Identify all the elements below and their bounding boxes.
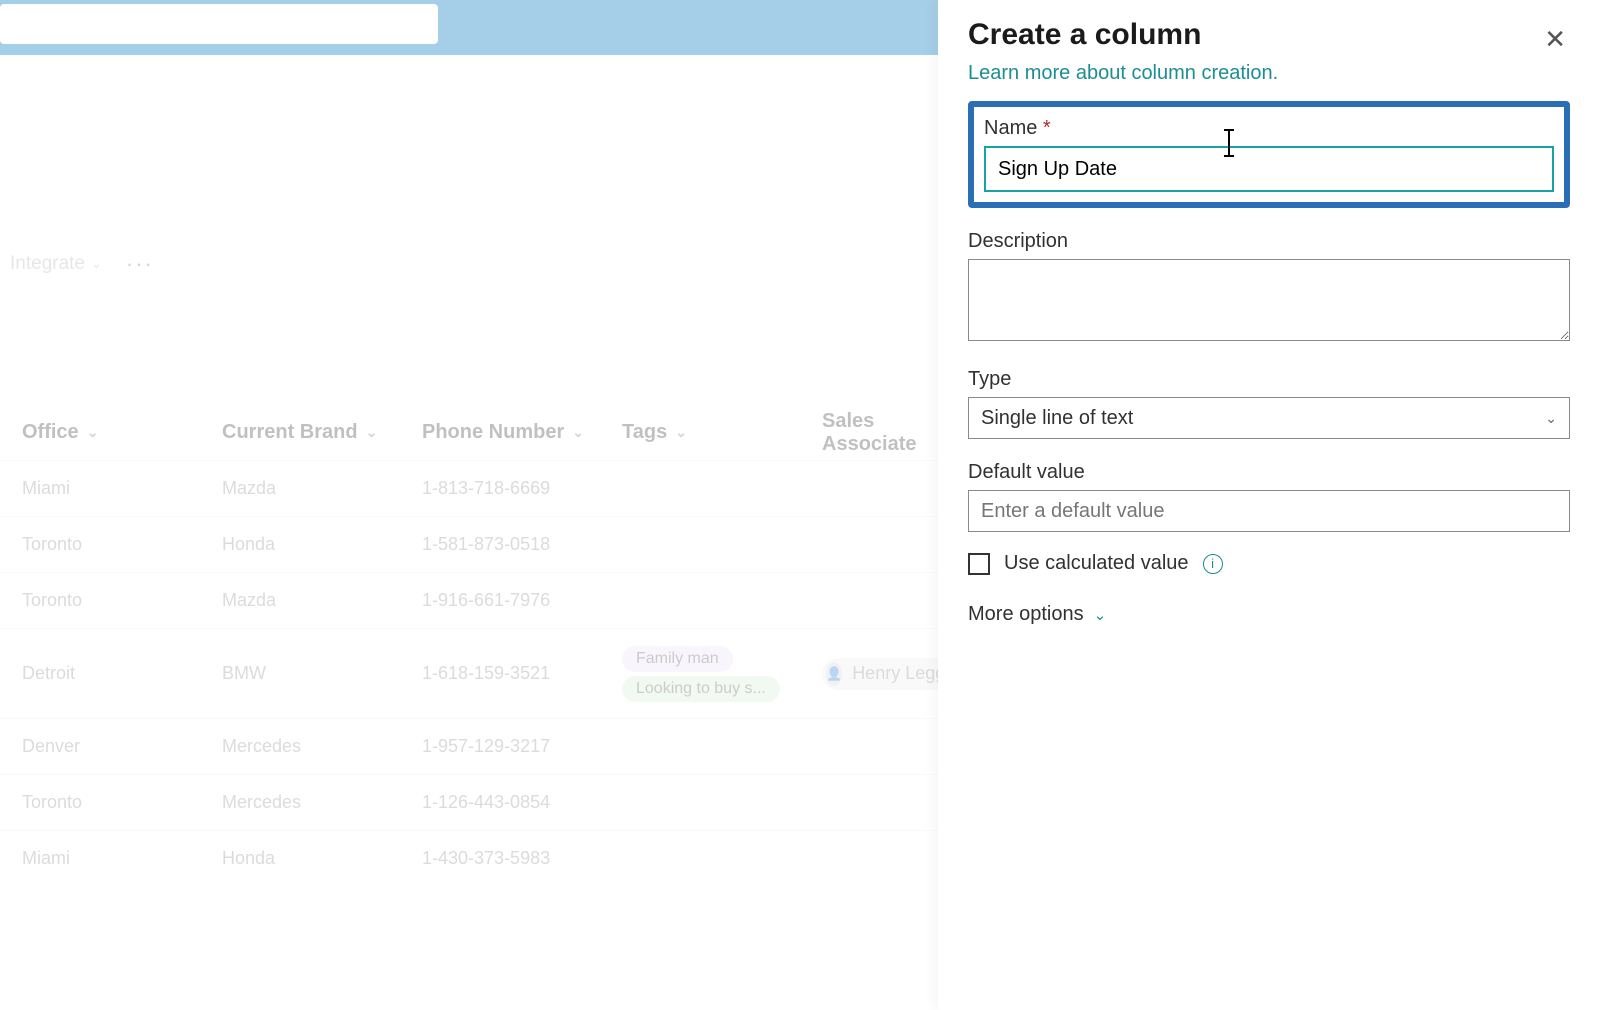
sales-cell: 👤 Henry Legge xyxy=(800,658,960,690)
close-button[interactable]: ✕ xyxy=(1544,24,1566,55)
command-bar: Integrate ⌄ ··· xyxy=(0,238,938,290)
learn-more-link[interactable]: Learn more about column creation. xyxy=(968,62,1570,85)
table-row[interactable]: Toronto Mazda 1-916-661-7976 xyxy=(0,572,938,628)
chevron-down-icon: ⌄ xyxy=(1094,606,1107,624)
create-column-panel: Create a column ✕ Learn more about colum… xyxy=(938,0,1600,1010)
table-row[interactable]: Detroit BMW 1-618-159-3521 Family man Lo… xyxy=(0,628,938,718)
chevron-down-icon: ⌄ xyxy=(366,424,378,441)
name-label: Name * xyxy=(984,117,1554,140)
avatar-icon: 👤 xyxy=(826,662,842,686)
more-options-toggle[interactable]: More options ⌄ xyxy=(968,603,1570,626)
column-header-brand[interactable]: Current Brand⌄ xyxy=(200,421,400,444)
chevron-down-icon: ⌄ xyxy=(87,424,99,441)
use-calculated-checkbox[interactable] xyxy=(968,553,990,575)
name-field-highlight: Name * xyxy=(968,101,1570,208)
tag-pill[interactable]: Family man xyxy=(622,646,733,672)
info-icon[interactable]: i xyxy=(1203,554,1223,574)
column-name-input[interactable] xyxy=(984,146,1554,192)
tag-pill[interactable]: Looking to buy s... xyxy=(622,676,780,702)
table-row[interactable]: Toronto Mercedes 1-126-443-0854 xyxy=(0,774,938,830)
table-row[interactable]: Toronto Honda 1-581-873-0518 xyxy=(0,516,938,572)
table-row[interactable]: Miami Honda 1-430-373-5983 xyxy=(0,830,938,886)
table-row[interactable]: Miami Mazda 1-813-718-6669 xyxy=(0,460,938,516)
chevron-down-icon: ⌄ xyxy=(675,424,687,441)
list-table: Office⌄ Current Brand⌄ Phone Number⌄ Tag… xyxy=(0,405,938,886)
default-value-label: Default value xyxy=(968,461,1570,484)
chevron-down-icon: ⌄ xyxy=(91,256,102,272)
use-calculated-label: Use calculated value xyxy=(1004,552,1189,575)
column-header-office[interactable]: Office⌄ xyxy=(0,421,200,444)
chevron-down-icon: ⌄ xyxy=(1545,410,1557,427)
search-input[interactable] xyxy=(0,4,438,44)
column-header-tags[interactable]: Tags⌄ xyxy=(600,421,800,444)
chevron-down-icon: ⌄ xyxy=(572,424,584,441)
panel-title: Create a column xyxy=(968,18,1570,52)
description-label: Description xyxy=(968,230,1570,253)
default-value-input[interactable]: Enter a default value xyxy=(968,490,1570,532)
type-label: Type xyxy=(968,368,1570,391)
table-row[interactable]: Denver Mercedes 1-957-129-3217 xyxy=(0,718,938,774)
type-select[interactable]: Single line of text ⌄ xyxy=(968,397,1570,439)
description-input[interactable] xyxy=(968,259,1570,341)
integrate-label: Integrate xyxy=(10,253,85,275)
more-actions-button[interactable]: ··· xyxy=(126,251,154,277)
column-header-sales[interactable]: Sales Associate xyxy=(800,410,960,456)
column-header-phone[interactable]: Phone Number⌄ xyxy=(400,421,600,444)
integrate-menu[interactable]: Integrate ⌄ xyxy=(10,253,102,275)
tags-cell: Family man Looking to buy s... xyxy=(600,644,800,704)
